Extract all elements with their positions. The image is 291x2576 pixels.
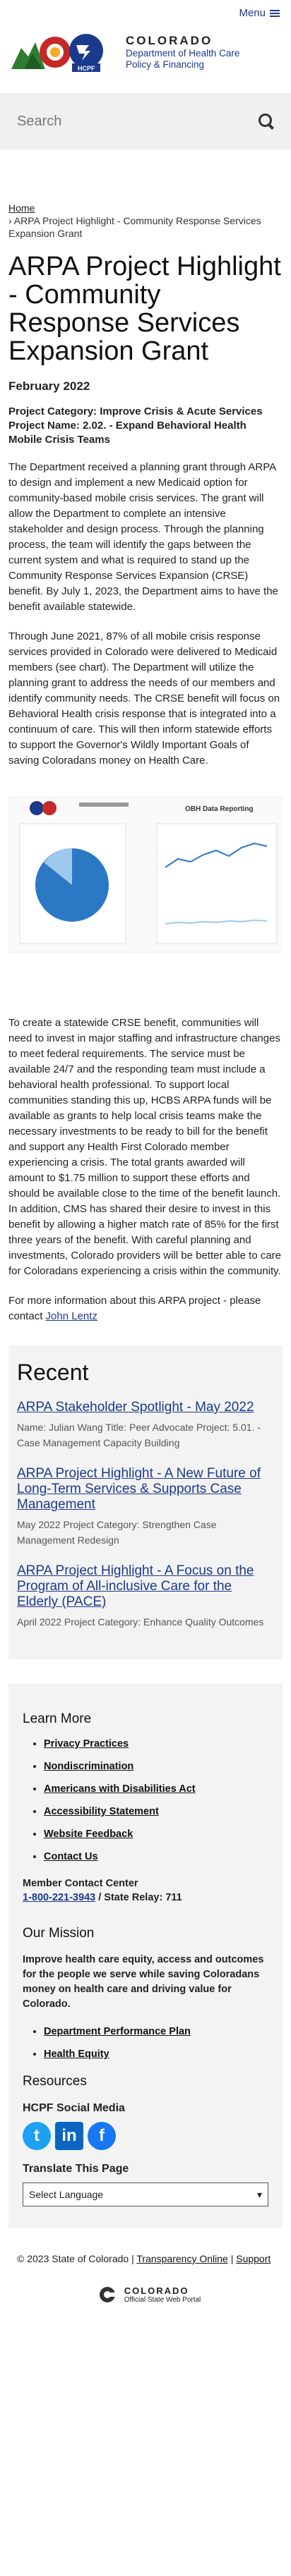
member-contact-center: Member Contact Center 1-800-221-3943 / S… [23, 1876, 268, 1905]
recent-link[interactable]: ARPA Project Highlight - A Focus on the … [17, 1563, 254, 1609]
facebook-icon[interactable]: f [88, 2122, 116, 2150]
list-item: Americans with Disabilities Act [44, 1783, 268, 1795]
footer-link-contact[interactable]: Contact Us [44, 1851, 98, 1862]
footer-link-accessibility[interactable]: Accessibility Statement [44, 1806, 159, 1817]
list-item: ARPA Project Highlight - A New Future of… [17, 1466, 274, 1548]
resources-heading: Resources [23, 2074, 87, 2089]
footer-link-performance-plan[interactable]: Department Performance Plan [44, 2026, 191, 2037]
list-item: Contact Us [44, 1851, 268, 1862]
project-category: Project Category: Improve Crisis & Acute… [8, 405, 263, 417]
menu-button[interactable]: Menu [239, 7, 280, 19]
learn-more-heading: Learn More [23, 1711, 92, 1726]
portal-sub: Official State Web Portal [124, 2296, 201, 2304]
mcc-relay: / State Relay: 711 [95, 1892, 182, 1903]
list-item: Accessibility Statement [44, 1806, 268, 1817]
search-input[interactable]: Search [17, 114, 61, 130]
recent-heading: Recent [17, 1360, 89, 1385]
transparency-link[interactable]: Transparency Online [136, 2253, 227, 2264]
footer-link-health-equity[interactable]: Health Equity [44, 2049, 109, 2060]
breadcrumb-current: › ARPA Project Highlight - Community Res… [8, 215, 261, 239]
chevron-down-icon: ▾ [256, 2188, 262, 2200]
recent-link[interactable]: ARPA Stakeholder Spotlight - May 2022 [17, 1400, 254, 1415]
list-item: Website Feedback [44, 1829, 268, 1840]
social-heading: HCPF Social Media [23, 2102, 125, 2114]
mission-list: Department Performance Plan Health Equit… [23, 2026, 268, 2060]
state-portal-logo[interactable]: COLORADO Official State Web Portal [17, 2285, 283, 2304]
portal-name: COLORADO [124, 2285, 189, 2296]
recent-meta: May 2022 Project Category: Strengthen Ca… [17, 1519, 217, 1546]
page-title: ARPA Project Highlight - Community Respo… [8, 252, 281, 366]
recent-meta: April 2022 Project Category: Enhance Qua… [17, 1616, 264, 1628]
paragraph-1: The Department received a planning grant… [8, 461, 278, 613]
mcc-phone-link[interactable]: 1-800-221-3943 [23, 1892, 95, 1903]
footer-link-nondiscrimination[interactable]: Nondiscrimination [44, 1761, 133, 1772]
list-item: Health Equity [44, 2049, 268, 2060]
language-select-value: Select Language [29, 2189, 104, 2200]
colorado-logo-icon: HCPF [11, 30, 117, 75]
list-item: Nondiscrimination [44, 1761, 268, 1772]
contact-link[interactable]: John Lentz [46, 1310, 97, 1322]
recent-link[interactable]: ARPA Project Highlight - A New Future of… [17, 1466, 261, 1512]
logo-badge-text: HCPF [78, 65, 95, 72]
recent-section: Recent ARPA Stakeholder Spotlight - May … [8, 1345, 283, 1659]
mcc-label: Member Contact Center [23, 1878, 138, 1889]
article-meta: Project Category: Improve Crisis & Acute… [8, 405, 283, 447]
linkedin-icon[interactable]: in [55, 2122, 83, 2150]
logo-dept-line1: Department of Health Care [126, 48, 240, 59]
paragraph-4: For more information about this ARPA pro… [8, 1293, 283, 1324]
colorado-c-icon [99, 2287, 116, 2302]
logo-state: COLORADO [126, 34, 213, 47]
list-item: Privacy Practices [44, 1738, 268, 1750]
twitter-icon[interactable]: t [23, 2122, 51, 2150]
bottom-bar: © 2023 State of Colorado | Transparency … [8, 2228, 283, 2318]
obh-data-chart-image: OBH Data Reporting [8, 783, 283, 994]
menu-label: Menu [239, 7, 266, 19]
hamburger-icon [270, 8, 280, 18]
site-footer: Learn More Privacy Practices Nondiscrimi… [8, 1683, 283, 2228]
paragraph-2: Through June 2021, 87% of all mobile cri… [8, 630, 280, 767]
mission-text: Improve health care equity, access and o… [23, 1954, 264, 2010]
search-icon[interactable] [259, 114, 274, 130]
breadcrumb-home[interactable]: Home [8, 202, 35, 214]
main-content: Home › ARPA Project Highlight - Communit… [0, 202, 291, 1324]
paragraph-3: To create a statewide CRSE benefit, comm… [8, 1017, 282, 1277]
translate-heading: Translate This Page [23, 2163, 129, 2175]
support-link[interactable]: Support [236, 2253, 271, 2264]
list-item: Department Performance Plan [44, 2026, 268, 2037]
language-select[interactable]: Select Language ▾ [23, 2183, 268, 2206]
project-name: Project Name: 2.02. - Expand Behavioral … [8, 420, 247, 446]
footer-link-feedback[interactable]: Website Feedback [44, 1829, 133, 1840]
footer-link-privacy[interactable]: Privacy Practices [44, 1738, 129, 1750]
copyright: © 2023 State of Colorado [17, 2253, 129, 2264]
site-logo[interactable]: HCPF COLORADO Department of Health Care … [0, 25, 291, 79]
mission-heading: Our Mission [23, 1926, 95, 1941]
social-links: t in f [23, 2122, 268, 2150]
footer-link-ada[interactable]: Americans with Disabilities Act [44, 1783, 196, 1795]
article-date: February 2022 [8, 379, 90, 393]
learn-more-list: Privacy Practices Nondiscrimination Amer… [23, 1738, 268, 1862]
recent-meta: Name: Julian Wang Title: Peer Advocate P… [17, 1422, 261, 1448]
list-item: ARPA Stakeholder Spotlight - May 2022 Na… [17, 1400, 274, 1451]
list-item: ARPA Project Highlight - A Focus on the … [17, 1563, 274, 1630]
top-bar: Menu [0, 0, 291, 25]
logo-dept-line2: Policy & Financing [126, 59, 205, 70]
search-bar[interactable]: Search [0, 93, 291, 149]
logo-text: COLORADO Department of Health Care Polic… [126, 34, 239, 71]
chart-caption: OBH Data Reporting [185, 805, 254, 813]
breadcrumb: Home › ARPA Project Highlight - Communit… [8, 202, 283, 240]
